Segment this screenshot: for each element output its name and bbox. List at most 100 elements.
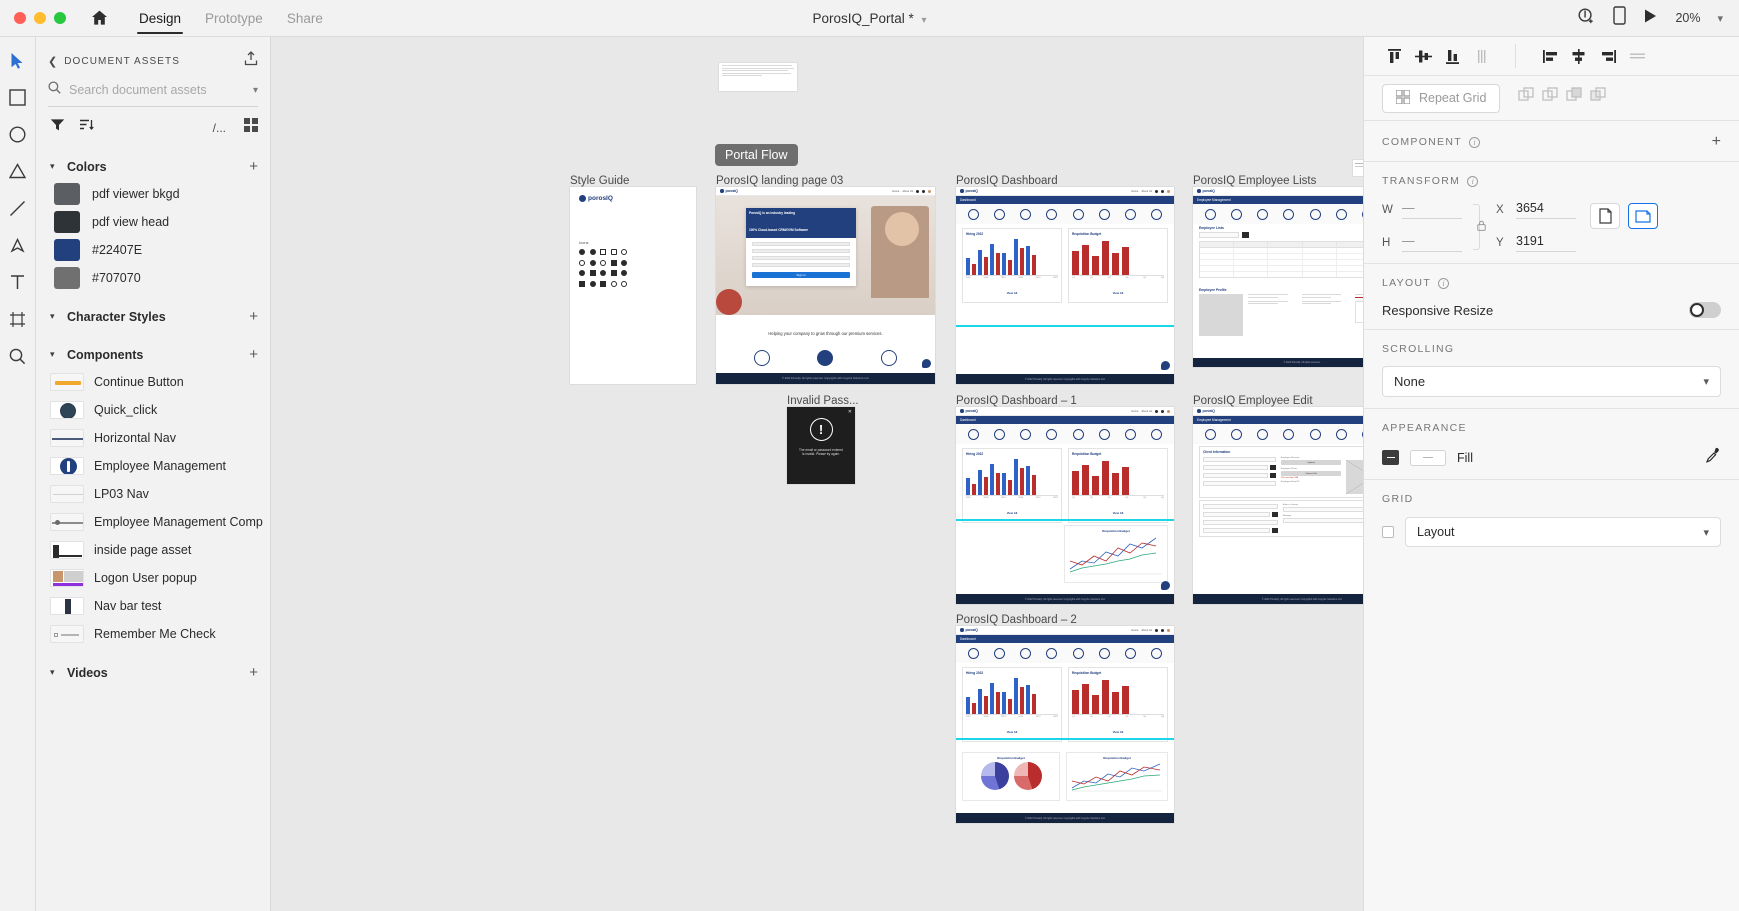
assets-search-row[interactable]: ▾ <box>48 81 258 107</box>
view-all-link[interactable]: View All <box>1113 291 1124 295</box>
artboard-label-dashboard[interactable]: PorosIQ Dashboard <box>956 175 1058 187</box>
artboard-label-dashboard-1[interactable]: PorosIQ Dashboard – 1 <box>956 395 1077 407</box>
repeat-grid-row[interactable]: Repeat Grid <box>1364 76 1739 121</box>
landscape-icon[interactable] <box>1628 203 1658 229</box>
artboard-label-employee-edit[interactable]: PorosIQ Employee Edit <box>1193 395 1313 407</box>
artboard-label-dashboard-2[interactable]: PorosIQ Dashboard – 2 <box>956 614 1077 626</box>
zoom-tool[interactable] <box>7 345 29 367</box>
zoom-level-value[interactable]: 20% <box>1675 11 1700 25</box>
height-input[interactable]: — <box>1402 234 1462 252</box>
list-item[interactable]: inside page asset <box>36 536 270 564</box>
grid-view-icon[interactable] <box>244 118 258 137</box>
list-item[interactable]: Continue Button <box>36 368 270 396</box>
info-icon[interactable]: i <box>1438 277 1450 289</box>
sort-icon[interactable] <box>79 118 94 137</box>
align-vertical-center-icon[interactable] <box>1411 44 1435 68</box>
chevron-down-icon[interactable]: ▾ <box>1703 375 1709 388</box>
artboard-dashboard-2[interactable]: porosIQ Home About Us Dashboard Hiring 2… <box>956 626 1174 823</box>
line-tool[interactable] <box>7 197 29 219</box>
list-item[interactable]: pdf viewer bkgd <box>36 180 270 208</box>
pen-tool[interactable] <box>7 234 29 256</box>
info-icon[interactable]: i <box>1467 175 1479 187</box>
list-item[interactable]: Nav bar test <box>36 592 270 620</box>
search-input[interactable] <box>69 83 245 97</box>
align-top-icon[interactable] <box>1382 44 1406 68</box>
grid-enable-checkbox[interactable] <box>1382 526 1394 538</box>
artboard-note-top[interactable] <box>719 63 797 91</box>
view-list-toggle[interactable]: /... <box>213 121 226 135</box>
close-icon[interactable]: ✕ <box>848 409 852 415</box>
add-union-icon[interactable] <box>1518 87 1535 109</box>
signin-button[interactable]: Sign in <box>796 273 805 277</box>
triangle-tool[interactable] <box>7 160 29 182</box>
artboard-note-right[interactable] <box>1353 160 1363 176</box>
ellipse-tool[interactable] <box>7 123 29 145</box>
artboard-tool[interactable] <box>7 308 29 330</box>
color-swatch[interactable] <box>54 239 80 261</box>
align-bottom-icon[interactable] <box>1440 44 1464 68</box>
minimize-window-button[interactable] <box>34 12 46 24</box>
artboard-employee-lists[interactable]: porosIQ HomeAbout Us Employee Management <box>1193 187 1363 367</box>
fill-swatch-button[interactable] <box>1382 450 1399 465</box>
add-component-button[interactable]: + <box>1712 134 1721 150</box>
share-export-icon[interactable] <box>244 51 258 71</box>
maximize-window-button[interactable] <box>54 12 66 24</box>
scrolling-select[interactable]: None ▾ <box>1382 366 1721 397</box>
view-all-link[interactable]: View All <box>1113 511 1124 515</box>
tab-prototype[interactable]: Prototype <box>193 0 275 37</box>
eyedropper-icon[interactable] <box>1705 447 1721 468</box>
grid-type-select[interactable]: Layout ▾ <box>1405 517 1721 547</box>
window-controls[interactable] <box>0 12 66 24</box>
list-item[interactable]: pdf view head <box>36 208 270 236</box>
add-character-style-button[interactable]: + <box>249 309 258 324</box>
portrait-icon[interactable] <box>1590 203 1620 229</box>
exclude-overlap-icon[interactable] <box>1590 87 1607 109</box>
repeat-grid-button[interactable]: Repeat Grid <box>1382 83 1501 113</box>
color-swatch[interactable] <box>54 183 80 205</box>
lock-aspect-ratio[interactable] <box>1462 201 1490 250</box>
view-all-link[interactable]: View All <box>1007 511 1018 515</box>
filter-icon[interactable] <box>50 118 65 137</box>
align-left-icon[interactable] <box>1538 44 1562 68</box>
artboard-label-style-guide[interactable]: Style Guide <box>570 175 629 187</box>
add-component-button[interactable]: + <box>249 347 258 362</box>
view-all-link[interactable]: View All <box>1007 291 1018 295</box>
section-header-character-styles[interactable]: ▾ Character Styles + <box>36 303 270 330</box>
design-canvas[interactable]: Portal Flow Style Guide PorosIQ landing … <box>271 37 1363 911</box>
align-horizontal-center-icon[interactable] <box>1567 44 1591 68</box>
artboard-dashboard-1[interactable]: porosIQ Home About Us Dashboard Hiring 2… <box>956 407 1174 604</box>
landing-nav[interactable]: porosIQ Home About Us <box>716 187 935 196</box>
tab-design[interactable]: Design <box>127 0 193 37</box>
artboard-landing-page-03[interactable]: porosIQ Home About Us PorosIQ is an indus… <box>716 187 935 384</box>
color-swatch[interactable] <box>54 267 80 289</box>
tool-palette[interactable] <box>0 37 36 911</box>
add-color-button[interactable]: + <box>249 159 258 174</box>
mode-tabs[interactable]: Design Prototype Share <box>127 0 335 37</box>
text-tool[interactable] <box>7 271 29 293</box>
artboard-employee-edit[interactable]: porosIQ HomeAbout Us Employee Management <box>1193 407 1363 604</box>
view-all-link[interactable]: View All <box>1007 730 1018 734</box>
list-item[interactable]: Quick_click <box>36 396 270 424</box>
lock-aspect-icon[interactable] <box>1476 218 1486 236</box>
play-desktop-preview-icon[interactable] <box>1643 8 1658 29</box>
y-input[interactable]: 3191 <box>1516 234 1576 252</box>
x-input[interactable]: 3654 <box>1516 201 1576 219</box>
chevron-down-icon[interactable]: ▾ <box>1703 526 1709 539</box>
tab-share[interactable]: Share <box>275 0 335 37</box>
list-item[interactable]: Remember Me Check <box>36 620 270 648</box>
color-swatch[interactable] <box>54 211 80 233</box>
search-chevron-icon[interactable]: ▾ <box>253 85 258 96</box>
chevron-left-icon[interactable]: ❮ <box>48 55 57 68</box>
section-header-components[interactable]: ▾ Components + <box>36 341 270 368</box>
flow-badge[interactable]: Portal Flow <box>715 144 798 166</box>
intersect-icon[interactable] <box>1566 87 1583 109</box>
assets-filter-row[interactable]: /... <box>36 107 270 147</box>
list-item[interactable]: #707070 <box>36 264 270 292</box>
home-icon[interactable] <box>90 9 109 27</box>
section-header-colors[interactable]: ▾ Colors + <box>36 153 270 180</box>
section-header-videos[interactable]: ▾ Videos + <box>36 659 270 686</box>
list-item[interactable]: LP03 Nav <box>36 480 270 508</box>
zoom-chevron-icon[interactable]: ▾ <box>1717 12 1723 25</box>
align-toolbar[interactable] <box>1364 37 1739 76</box>
view-all-link[interactable]: View All <box>1113 730 1124 734</box>
